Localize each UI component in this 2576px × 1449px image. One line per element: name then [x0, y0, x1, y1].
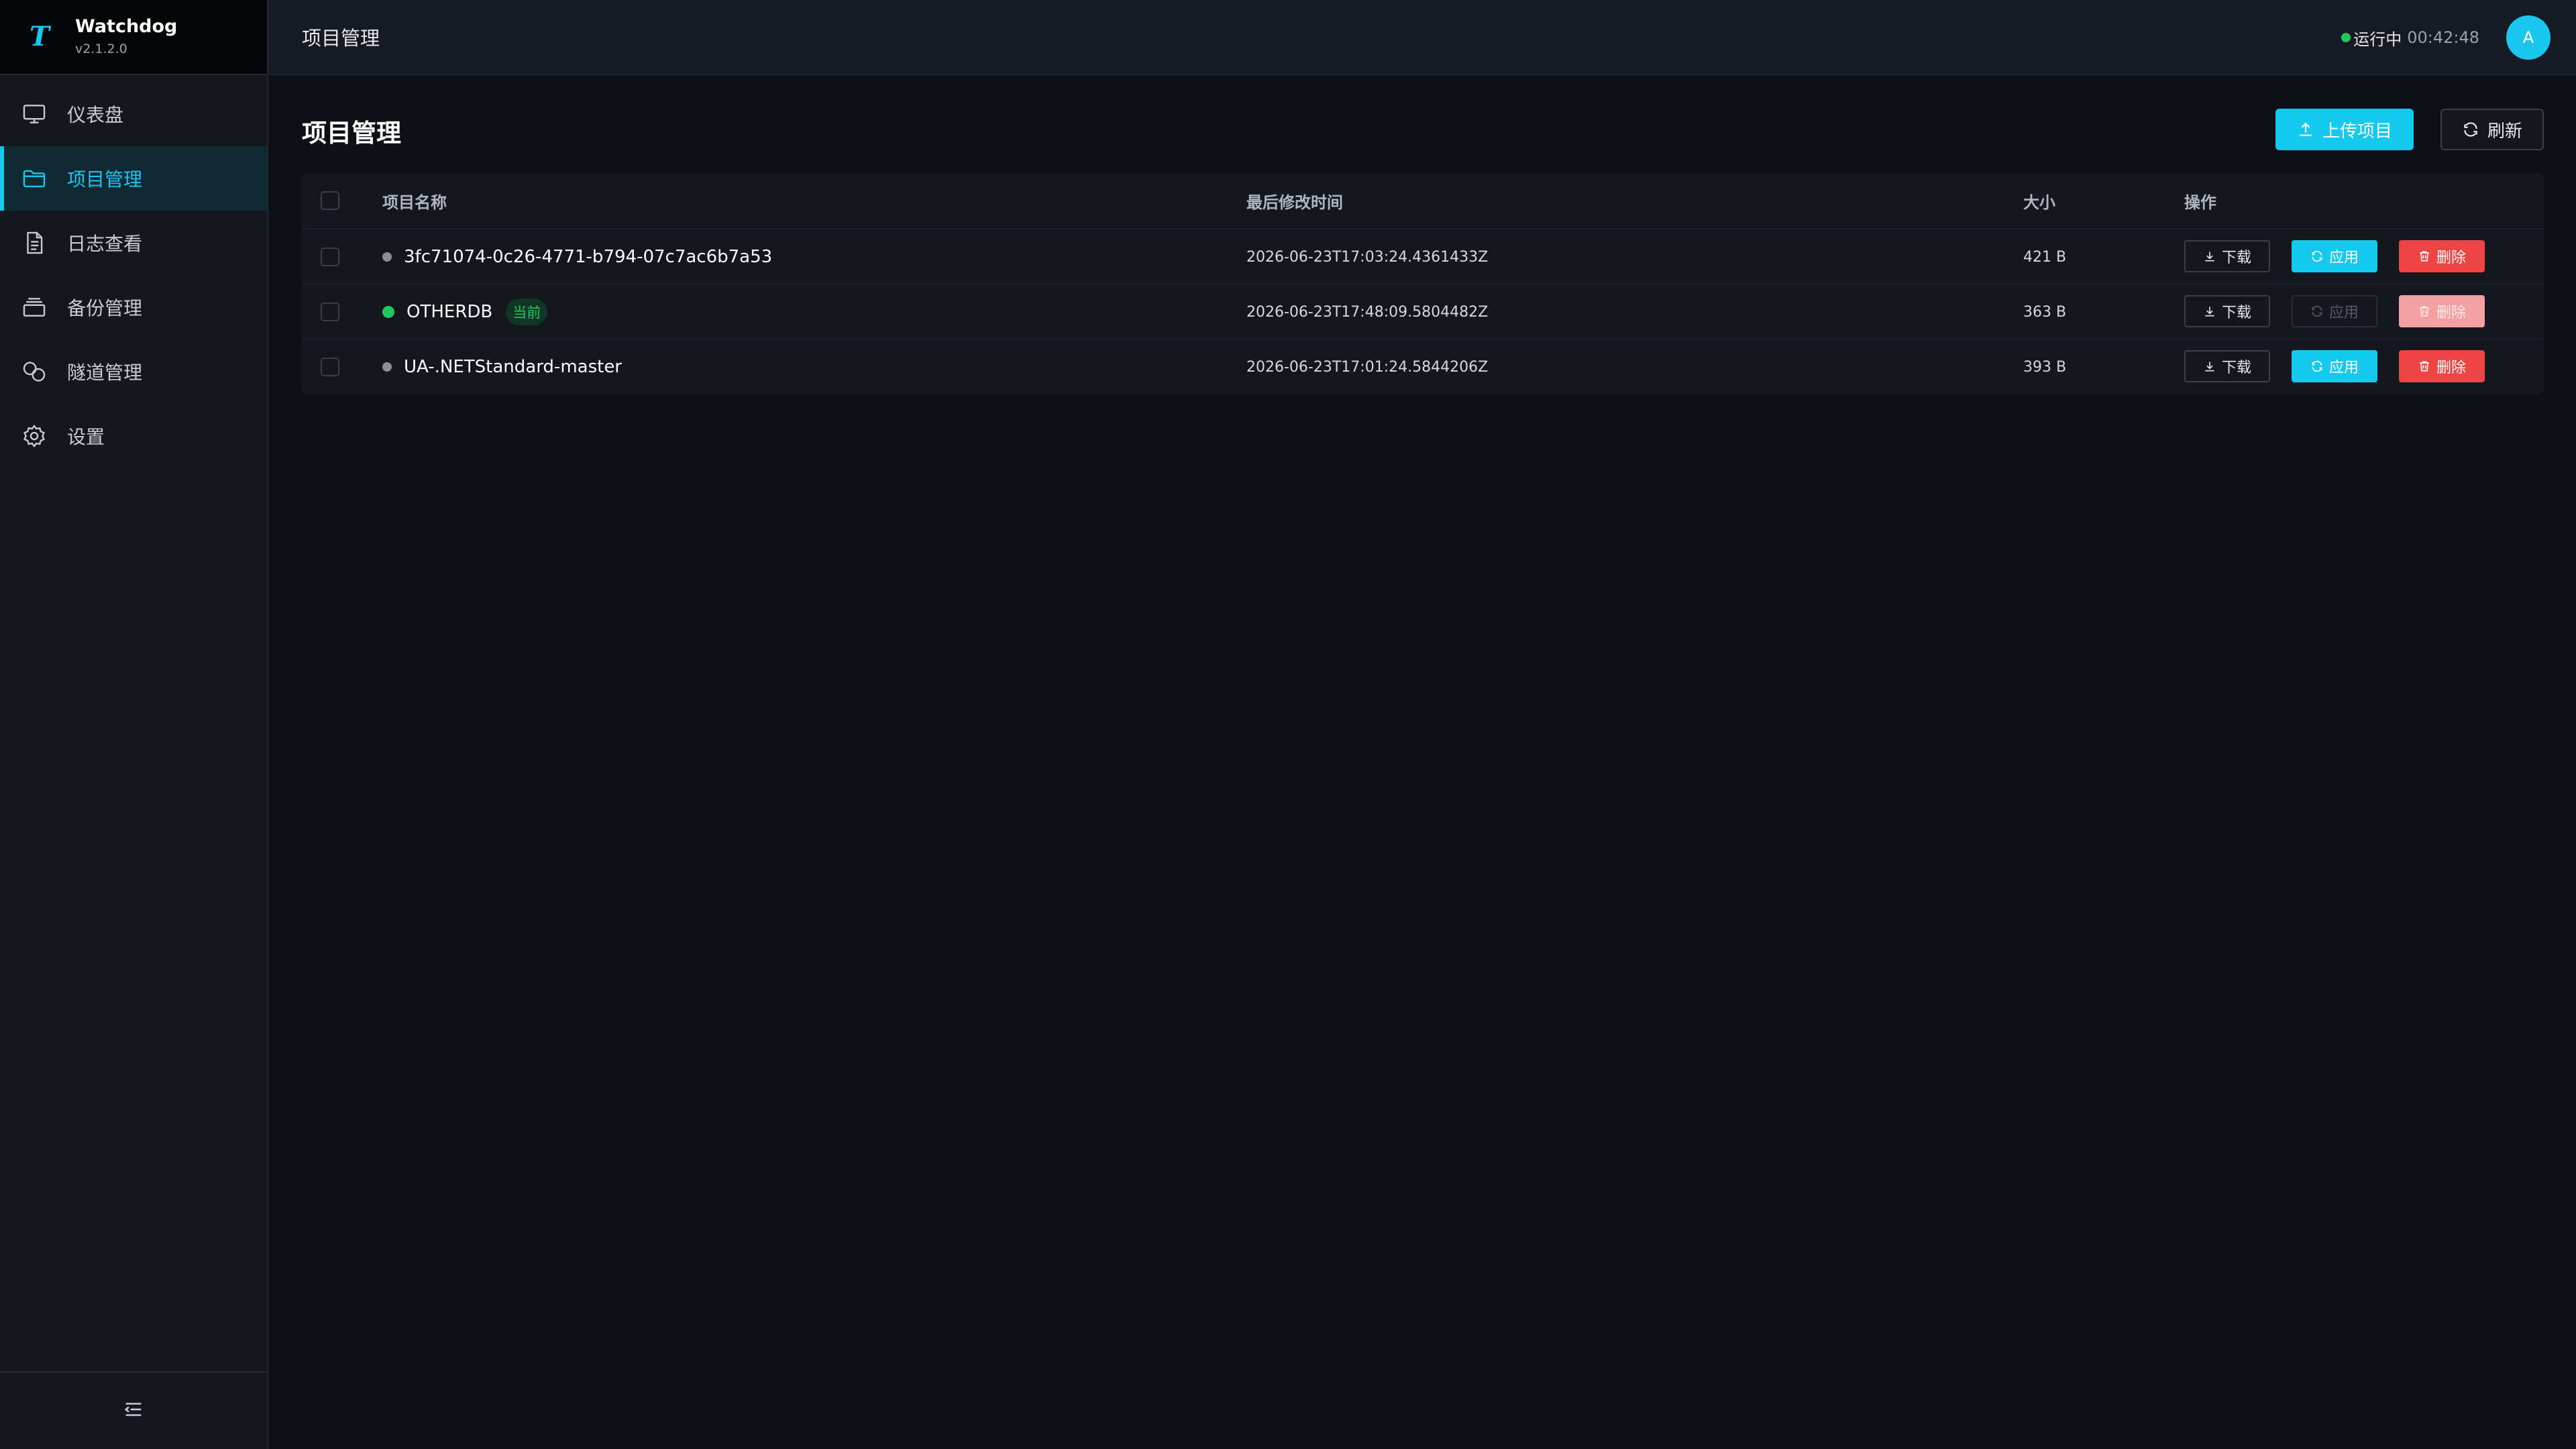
row-checkbox[interactable]: [321, 358, 339, 376]
download-label: 下载: [2221, 360, 2251, 376]
header-modified: 最后修改时间: [1246, 193, 1343, 212]
apply-button: 应用: [2292, 295, 2377, 327]
menu-fold-icon[interactable]: [122, 1398, 145, 1424]
delete-label: 删除: [2436, 305, 2466, 321]
apply-label: 应用: [2328, 305, 2359, 321]
status-dot-icon: [382, 252, 392, 262]
layers-icon: [21, 294, 47, 320]
sidebar-item-projects[interactable]: 项目管理: [0, 146, 267, 211]
download-button[interactable]: 下载: [2184, 240, 2270, 272]
apply-button[interactable]: 应用: [2292, 350, 2377, 382]
download-icon: [2205, 252, 2214, 262]
upload-label: 上传项目: [2322, 121, 2392, 142]
sidebar-item-label: 隧道管理: [67, 362, 143, 384]
sidebar-item-label: 备份管理: [67, 297, 143, 319]
apply-label: 应用: [2328, 360, 2359, 376]
project-name: UA-.NETStandard-master: [404, 357, 622, 377]
apply-button[interactable]: 应用: [2292, 240, 2377, 272]
download-icon: [2205, 307, 2214, 317]
current-badge: 当前: [506, 299, 548, 325]
sidebar: T Watchdog v2.1.2.0 仪表盘 项目管理 日志查看 备份管理 隧…: [0, 0, 268, 1449]
brand: T Watchdog v2.1.2.0: [0, 0, 267, 75]
sidebar-item-label: 日志查看: [67, 233, 143, 255]
project-name: OTHERDB: [407, 302, 493, 322]
row-checkbox[interactable]: [321, 248, 339, 266]
document-icon: [21, 230, 47, 256]
table-row: OTHERDB 当前 2026-06-23T17:48:09.5804482Z …: [302, 283, 2544, 338]
folder-icon: [21, 166, 47, 191]
table-row: UA-.NETStandard-master 2026-06-23T17:01:…: [302, 338, 2544, 393]
download-button[interactable]: 下载: [2184, 295, 2270, 327]
status-dot-icon: [382, 362, 392, 372]
file-size: 393 B: [2023, 358, 2067, 376]
table-row: 3fc71074-0c26-4771-b794-07c7ac6b7a53 202…: [302, 228, 2544, 283]
project-name: 3fc71074-0c26-4771-b794-07c7ac6b7a53: [404, 247, 773, 267]
status-dot-icon: [2341, 33, 2351, 42]
refresh-icon: [2312, 360, 2322, 372]
main-content: 项目管理 上传项目 刷新 项目名称 最后修改时间 大小 操作 3fc71074-…: [302, 75, 2544, 394]
sidebar-item-tunnels[interactable]: 隧道管理: [0, 339, 267, 404]
topbar-title: 项目管理: [302, 27, 380, 50]
select-all-checkbox[interactable]: [321, 191, 339, 210]
refresh-label: 刷新: [2487, 121, 2522, 142]
refresh-icon: [2312, 305, 2322, 317]
sidebar-footer: [0, 1371, 267, 1449]
app-window: T Watchdog v2.1.2.0 仪表盘 项目管理 日志查看 备份管理 隧…: [0, 0, 2576, 1449]
upload-icon: [2300, 122, 2312, 136]
refresh-icon: [2464, 122, 2477, 137]
header-size: 大小: [2023, 193, 2055, 212]
brand-logo: T: [30, 21, 50, 52]
modified-time: 2026-06-23T17:03:24.4361433Z: [1246, 248, 1489, 266]
download-label: 下载: [2221, 250, 2251, 266]
brand-name: Watchdog: [75, 16, 178, 37]
page-title: 项目管理: [302, 119, 401, 148]
header-name: 项目名称: [382, 193, 447, 212]
trash-icon: [2420, 306, 2429, 317]
upload-project-button[interactable]: 上传项目: [2275, 109, 2414, 150]
sidebar-item-label: 仪表盘: [67, 104, 124, 126]
sidebar-item-dashboard[interactable]: 仪表盘: [0, 82, 267, 146]
sidebar-nav: 仪表盘 项目管理 日志查看 备份管理 隧道管理 设置: [0, 82, 267, 468]
status-text: 运行中: [2353, 30, 2402, 49]
download-icon: [2205, 362, 2214, 372]
table-header: 项目名称 最后修改时间 大小 操作: [302, 173, 2544, 228]
topbar: 项目管理 运行中 00:42:48 A: [268, 0, 2576, 75]
avatar[interactable]: A: [2506, 15, 2551, 60]
delete-button: 删除: [2399, 295, 2485, 327]
sidebar-item-settings[interactable]: 设置: [0, 404, 267, 468]
trash-icon: [2420, 361, 2429, 372]
apply-label: 应用: [2328, 250, 2359, 266]
download-button[interactable]: 下载: [2184, 350, 2270, 382]
file-size: 421 B: [2023, 248, 2067, 266]
link-icon: [21, 359, 47, 384]
delete-label: 删除: [2436, 360, 2466, 376]
sidebar-item-label: 项目管理: [67, 168, 143, 191]
uptime: 00:42:48: [2407, 28, 2479, 47]
status-dot-icon: [382, 306, 394, 318]
download-label: 下载: [2221, 305, 2251, 321]
header-actions: 操作: [2184, 193, 2216, 212]
delete-label: 删除: [2436, 250, 2466, 266]
brand-version: v2.1.2.0: [75, 42, 127, 56]
delete-button[interactable]: 删除: [2399, 240, 2485, 272]
trash-icon: [2420, 251, 2429, 262]
refresh-button[interactable]: 刷新: [2440, 109, 2544, 150]
refresh-icon: [2312, 250, 2322, 262]
delete-button[interactable]: 删除: [2399, 350, 2485, 382]
row-checkbox[interactable]: [321, 303, 339, 321]
sidebar-item-backups[interactable]: 备份管理: [0, 275, 267, 339]
sidebar-item-logs[interactable]: 日志查看: [0, 211, 267, 275]
modified-time: 2026-06-23T17:48:09.5804482Z: [1246, 303, 1489, 321]
monitor-icon: [21, 101, 47, 127]
modified-time: 2026-06-23T17:01:24.5844206Z: [1246, 358, 1489, 376]
file-size: 363 B: [2023, 303, 2067, 321]
gear-icon: [21, 423, 47, 449]
sidebar-item-label: 设置: [67, 426, 105, 448]
projects-table: 项目名称 最后修改时间 大小 操作 3fc71074-0c26-4771-b79…: [302, 173, 2544, 394]
